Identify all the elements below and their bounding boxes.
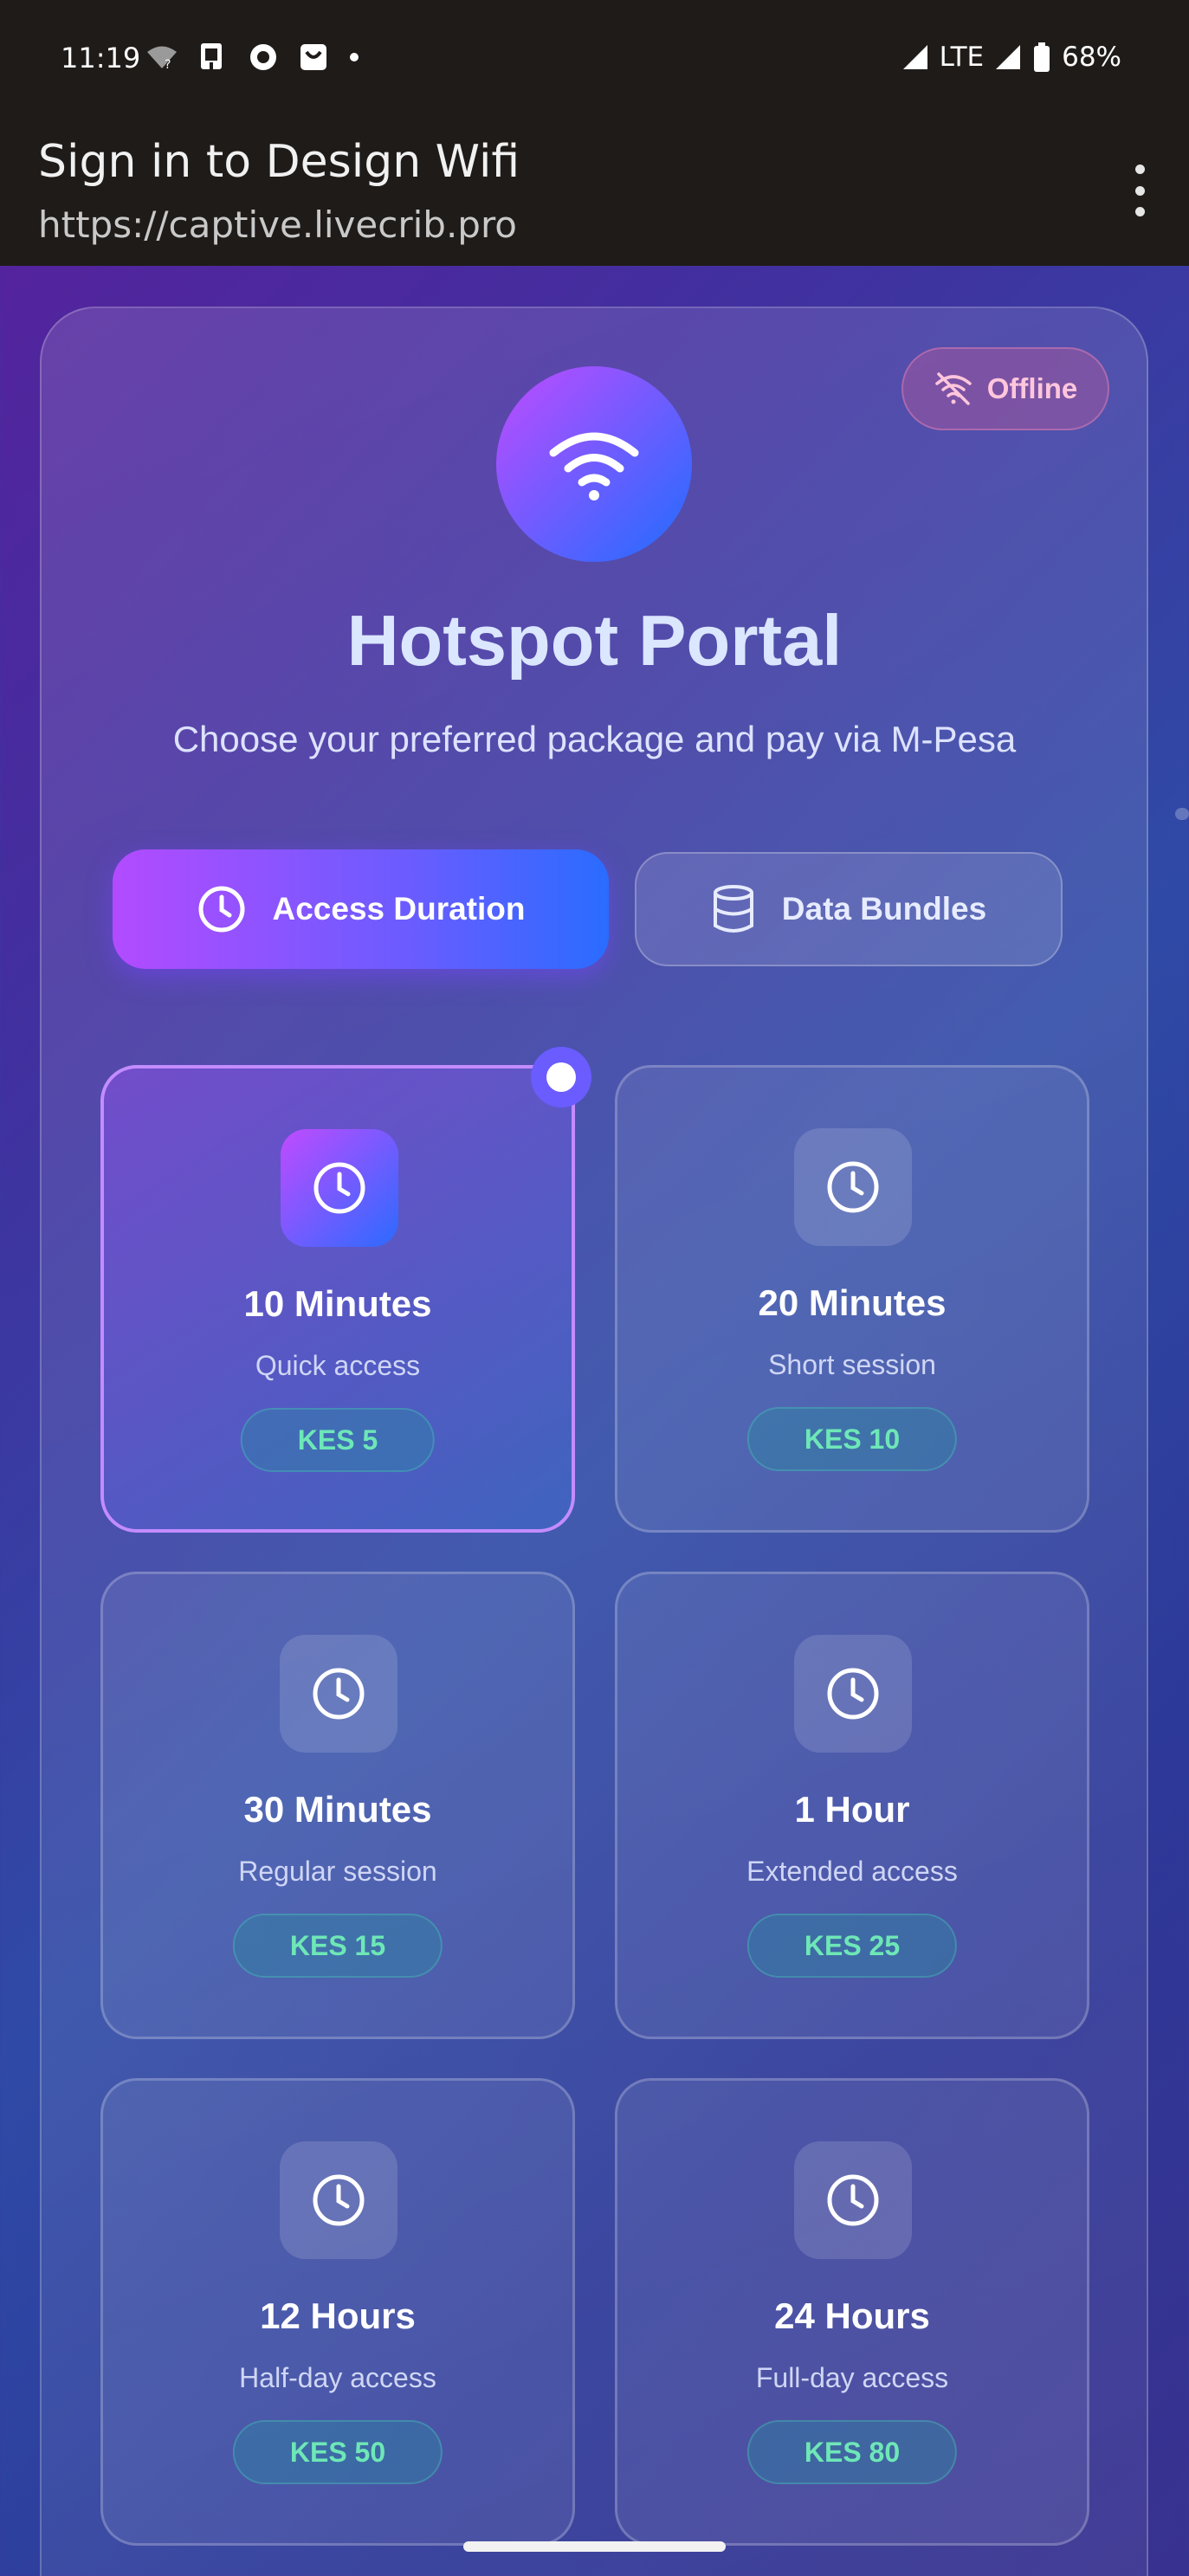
clock-icon <box>280 2141 397 2259</box>
signal-icon-2 <box>996 45 1021 69</box>
package-card[interactable]: 12 Hours Half-day access KES 50 <box>100 2078 575 2546</box>
more-options-icon[interactable] <box>1128 165 1151 216</box>
status-time: 11:19 <box>61 42 141 74</box>
device-icon <box>201 43 222 69</box>
package-card[interactable]: 1 Hour Extended access KES 25 <box>615 1572 1089 2039</box>
package-name: 30 Minutes <box>243 1789 432 1830</box>
package-description: Short session <box>768 1349 936 1380</box>
browser-title-bar: Sign in to Design Wifi https://captive.l… <box>0 117 1189 266</box>
scrollbar[interactable] <box>1175 808 1189 820</box>
package-name: 1 Hour <box>794 1789 910 1830</box>
tab-access-duration[interactable]: Access Duration <box>113 849 609 969</box>
tab-label: Data Bundles <box>781 891 987 926</box>
package-card[interactable]: 20 Minutes Short session KES 10 <box>615 1065 1089 1533</box>
record-icon <box>250 44 276 70</box>
page-title: Sign in to Design Wifi <box>38 136 520 188</box>
home-indicator[interactable] <box>463 2541 726 2552</box>
package-description: Full-day access <box>755 2362 949 2393</box>
database-icon <box>713 885 753 933</box>
tab-data-bundles[interactable]: Data Bundles <box>635 852 1063 966</box>
hero-subtitle: Choose your preferred package and pay vi… <box>172 719 1017 759</box>
package-price: KES 50 <box>232 2420 443 2484</box>
package-price: KES 10 <box>746 1407 958 1471</box>
package-price: KES 25 <box>746 1914 958 1978</box>
wifi-icon <box>549 432 639 500</box>
package-description: Extended access <box>746 1856 958 1887</box>
clock-icon <box>794 2141 912 2259</box>
selected-indicator <box>531 1047 591 1107</box>
signal-icon <box>902 45 927 69</box>
wifi-question-icon: ? <box>147 46 177 70</box>
battery-icon <box>1034 42 1050 72</box>
clock-icon <box>281 1129 398 1247</box>
package-card[interactable]: 24 Hours Full-day access KES 80 <box>615 2078 1089 2546</box>
network-type: LTE <box>939 42 985 73</box>
status-bar: 11:19 ? LTE 68% <box>0 0 1189 117</box>
battery-percent: 68% <box>1062 42 1121 73</box>
clock-icon <box>794 1128 912 1246</box>
notification-icons: ? <box>145 42 360 73</box>
status-badge-label: Offline <box>986 372 1078 404</box>
page-url: https://captive.livecrib.pro <box>38 203 517 246</box>
shopping-bag-icon <box>300 44 326 70</box>
package-name: 20 Minutes <box>758 1282 947 1323</box>
package-name: 10 Minutes <box>243 1283 432 1324</box>
package-card[interactable]: 30 Minutes Regular session KES 15 <box>100 1572 575 2039</box>
package-description: Quick access <box>255 1350 421 1381</box>
package-price: KES 15 <box>232 1914 443 1978</box>
clock-icon <box>794 1635 912 1753</box>
package-price: KES 5 <box>240 1408 436 1472</box>
package-name: 24 Hours <box>774 2295 930 2336</box>
clock-icon <box>280 1635 397 1753</box>
status-badge: Offline <box>901 347 1109 430</box>
clock-icon <box>198 886 244 933</box>
package-card[interactable]: 10 Minutes Quick access KES 5 <box>100 1065 575 1533</box>
wifi-off-icon <box>935 372 972 405</box>
package-price: KES 80 <box>746 2420 958 2484</box>
svg-text:?: ? <box>165 58 171 70</box>
tab-label: Access Duration <box>272 891 526 926</box>
dot-icon <box>350 53 359 61</box>
package-description: Regular session <box>238 1856 437 1887</box>
package-name: 12 Hours <box>260 2295 416 2336</box>
package-description: Half-day access <box>239 2362 436 2393</box>
hero-title: Hotspot Portal <box>346 600 843 681</box>
wifi-logo <box>496 366 692 562</box>
system-icons: LTE 68% <box>901 42 1121 73</box>
